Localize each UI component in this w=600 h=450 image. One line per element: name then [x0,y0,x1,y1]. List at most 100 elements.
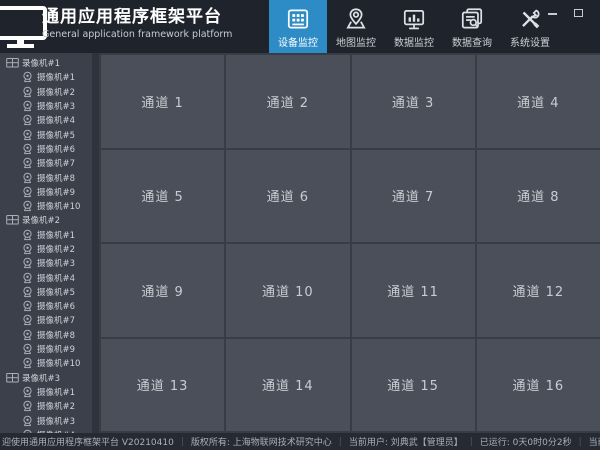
app-title: 通用应用程序框架平台 [42,7,222,27]
channel-cell[interactable]: 通道 14 [226,338,350,431]
tree-item-recorder[interactable]: 录像机#1 [0,56,92,70]
camera-icon [21,100,34,112]
tree-item-camera[interactable]: 摄像机#5 [0,127,92,141]
camera-label: 摄像机#1 [37,73,76,84]
minimize-button[interactable] [546,8,560,20]
camera-icon [21,343,34,355]
channel-label: 通道 11 [387,284,439,300]
camera-label: 摄像机#4 [37,116,76,127]
title-block: 通用应用程序框架平台 General application framework… [42,6,232,42]
status-segment: 已运行: 0天0时0分2秒 [479,438,572,448]
channel-cell[interactable]: 通道 4 [476,55,600,148]
header: 通用应用程序框架平台 General application framework… [0,0,600,53]
channel-cell[interactable]: 通道 7 [351,149,475,242]
camera-icon [21,200,34,212]
tree-scrollbar[interactable] [92,53,99,433]
status-segment: 版权所有: 上海物联网技术研究中心 [190,438,332,448]
nav-label: 设备监控 [278,38,318,49]
nav-data-query[interactable]: 数据查询 [443,0,501,53]
channel-cell[interactable]: 通道 6 [226,149,350,242]
main-nav: 设备监控 地图监控 数据监控 数据查询 系统设置 [269,0,559,53]
tree-item-camera[interactable]: 摄像机#7 [0,313,92,327]
app-window: 通用应用程序框架平台 General application framework… [0,0,600,450]
nav-map-monitor[interactable]: 地图监控 [327,0,385,53]
channel-cell[interactable]: 通道 1 [101,55,225,148]
tree-item-camera[interactable]: 摄像机#1 [0,228,92,242]
tree-item-camera[interactable]: 摄像机#6 [0,299,92,313]
maximize-button[interactable] [572,8,586,20]
tree-item-camera[interactable]: 摄像机#8 [0,328,92,342]
tree-item-camera[interactable]: 摄像机#1 [0,70,92,84]
channel-cell[interactable]: 通道 3 [351,55,475,148]
tree-item-camera[interactable]: 摄像机#3 [0,413,92,427]
channel-grid: 通道 1 通道 2 通道 3 通道 4 通道 5 通道 6 通道 7 通道 8 通道 9 通道 1… [99,53,600,433]
camera-label: 摄像机#3 [37,102,76,113]
recorder-label: 录像机#1 [22,59,61,70]
recorder-label: 录像机#2 [22,216,61,227]
channel-cell[interactable]: 通道 2 [226,55,350,148]
channel-cell[interactable]: 通道 5 [101,149,225,242]
tree-item-camera[interactable]: 摄像机#4 [0,113,92,127]
camera-icon [21,172,34,184]
channel-cell[interactable]: 通道 12 [476,244,600,337]
channel-label: 通道 2 [266,95,310,111]
channel-label: 通道 16 [512,379,565,395]
nav-label: 地图监控 [336,38,376,49]
camera-icon [21,114,34,126]
tree-item-camera[interactable]: 摄像机#1 [0,385,92,399]
channel-cell[interactable]: 通道 13 [101,338,225,431]
camera-label: 摄像机#1 [37,230,76,241]
tree-item-camera[interactable]: 摄像机#3 [0,99,92,113]
recorder-icon [6,57,19,69]
channel-cell[interactable]: 通道 10 [226,244,350,337]
camera-icon [21,86,34,98]
nav-label: 数据查询 [452,38,492,49]
status-divider: | [578,436,582,447]
tree-item-recorder[interactable]: 录像机#2 [0,213,92,227]
camera-icon [21,400,34,412]
camera-label: 摄像机#3 [37,416,76,427]
camera-icon [21,243,34,255]
channel-cell[interactable]: 通道 11 [351,244,475,337]
channel-cell[interactable]: 通道 15 [351,338,475,431]
camera-icon [21,257,34,269]
tools-icon [517,6,543,32]
channel-label: 通道 8 [517,190,560,206]
channel-label: 通道 9 [141,284,184,300]
camera-label: 摄像机#10 [37,202,81,213]
camera-label: 摄像机#2 [37,87,76,98]
tree-item-camera[interactable]: 摄像机#4 [0,270,92,284]
tree-item-camera[interactable]: 摄像机#2 [0,399,92,413]
status-segment: 迎使用通用应用程序框架平台 V20210410 [2,438,174,448]
tree-item-camera[interactable]: 摄像机#3 [0,256,92,270]
tree-item-camera[interactable]: 摄像机#2 [0,242,92,256]
tree-item-camera[interactable]: 摄像机#9 [0,185,92,199]
nav-data-monitor[interactable]: 数据监控 [385,0,443,53]
camera-label: 摄像机#10 [37,359,81,370]
tree-item-camera[interactable]: 摄像机#10 [0,356,92,370]
tree-item-camera[interactable]: 摄像机#7 [0,156,92,170]
nav-device-monitor[interactable]: 设备监控 [269,0,327,53]
camera-icon [21,314,34,326]
tree-item-camera[interactable]: 摄像机#5 [0,285,92,299]
tree-item-camera[interactable]: 摄像机#9 [0,342,92,356]
camera-icon [21,300,34,312]
camera-label: 摄像机#8 [37,173,76,184]
tree-item-camera[interactable]: 摄像机#10 [0,199,92,213]
channel-label: 通道 3 [391,95,435,111]
camera-label: 摄像机#9 [37,345,76,356]
chart-monitor-icon [401,6,427,32]
camera-label: 摄像机#9 [37,187,76,198]
camera-icon [21,71,34,83]
recorder-icon [6,372,19,384]
status-divider: | [180,436,184,447]
tree-item-camera[interactable]: 摄像机#6 [0,142,92,156]
channel-cell[interactable]: 通道 8 [476,149,600,242]
tree-item-camera[interactable]: 摄像机#8 [0,170,92,184]
channel-cell[interactable]: 通道 9 [101,244,225,337]
tree-item-camera[interactable]: 摄像机#2 [0,85,92,99]
camera-icon [21,129,34,141]
channel-cell[interactable]: 通道 16 [476,338,600,431]
camera-icon [21,386,34,398]
tree-item-recorder[interactable]: 录像机#3 [0,371,92,385]
